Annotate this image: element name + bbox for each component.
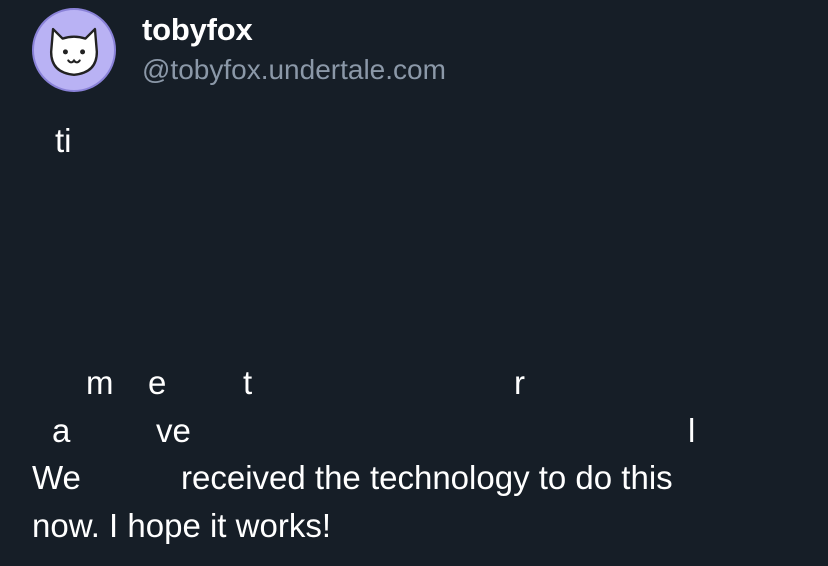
post-text-fragment: t — [243, 364, 253, 401]
post-text-line: now. I hope it works! — [32, 507, 331, 544]
author-display-name[interactable]: tobyfox — [142, 12, 253, 48]
post-text-fragment: m — [86, 364, 114, 401]
author-handle[interactable]: @tobyfox.undertale.com — [142, 54, 446, 86]
avatar[interactable] — [32, 8, 116, 92]
white-dog-icon — [49, 27, 99, 76]
post-text-fragment: ti — [55, 122, 72, 159]
post-text-fragment: a — [52, 412, 71, 449]
post-text-fragment: r — [514, 364, 525, 401]
post-card: tobyfox @tobyfox.undertale.com ti m e t … — [0, 0, 828, 566]
post-text-fragment: ve — [156, 412, 191, 449]
post-text-line: received the technology to do this — [181, 459, 673, 496]
post-text-fragment: l — [688, 412, 696, 449]
post-text-fragment: We — [32, 459, 81, 496]
post-text-fragment: e — [148, 364, 167, 401]
